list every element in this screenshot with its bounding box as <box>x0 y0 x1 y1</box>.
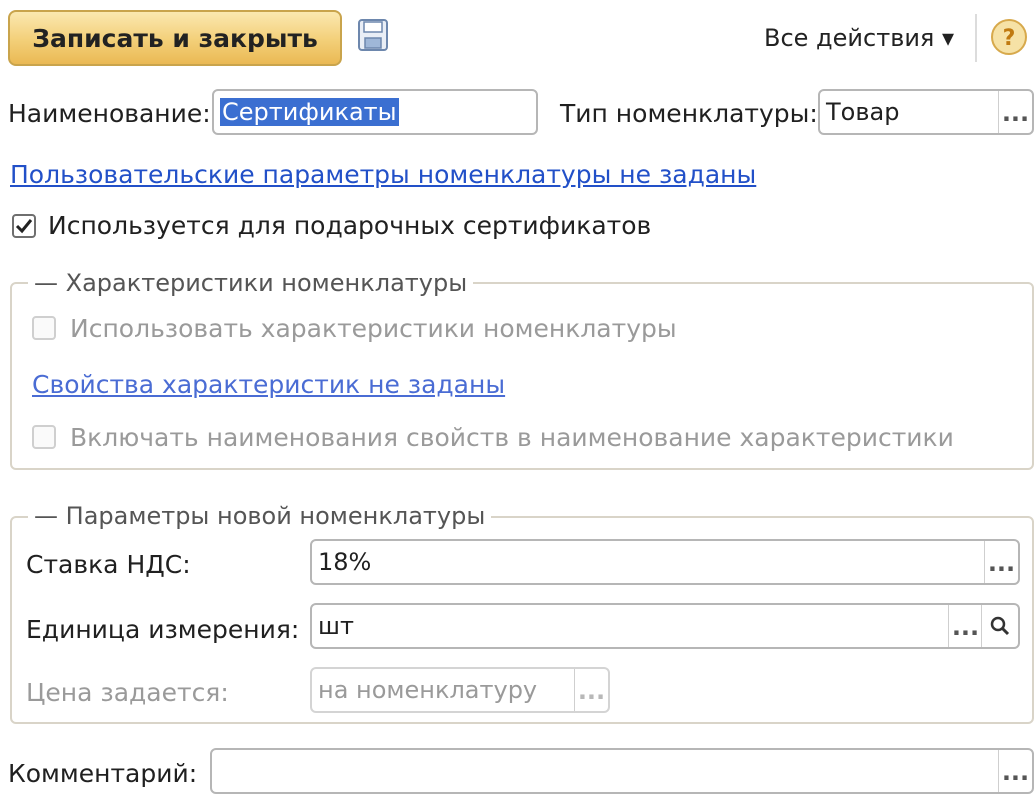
unit-label: Единица измерения: <box>26 615 300 644</box>
price-input[interactable]: на номенклатуру ... <box>310 667 610 713</box>
vat-input[interactable]: 18% ... <box>310 539 1020 585</box>
vat-choose-button[interactable]: ... <box>984 541 1018 583</box>
characteristics-props-link[interactable]: Свойства характеристик не заданы <box>32 370 505 399</box>
unit-search-button[interactable] <box>981 605 1018 647</box>
comment-choose-button[interactable]: ... <box>998 750 1032 792</box>
include-names-checkbox[interactable] <box>32 425 56 449</box>
gift-cert-label[interactable]: Используется для подарочных сертификатов <box>48 213 651 238</box>
type-choose-button[interactable]: ... <box>998 91 1032 133</box>
help-icon[interactable]: ? <box>990 18 1028 56</box>
price-input-value: на номенклатуру <box>318 676 538 704</box>
type-label: Тип номенклатуры: <box>560 99 818 128</box>
toolbar-separator <box>975 14 977 62</box>
user-params-link[interactable]: Пользовательские параметры номенклатуры … <box>10 160 756 189</box>
all-actions-menu[interactable]: Все действия ▾ <box>764 24 954 52</box>
unit-choose-button[interactable]: ... <box>948 605 982 647</box>
name-input-value: Сертификаты <box>220 98 399 126</box>
save-icon[interactable] <box>358 19 388 51</box>
unit-input-value: шт <box>318 612 354 640</box>
comment-input[interactable]: ... <box>210 748 1034 794</box>
vat-input-value: 18% <box>318 548 372 576</box>
svg-text:?: ? <box>1003 26 1016 51</box>
check-icon <box>15 219 33 234</box>
type-input[interactable]: Товар ... <box>818 89 1034 135</box>
include-names-label: Включать наименования свойств в наименов… <box>70 423 954 452</box>
characteristics-group-title: — Характеристики номенклатуры <box>28 269 474 297</box>
gift-cert-checkbox[interactable] <box>12 214 36 238</box>
name-label: Наименование: <box>8 99 211 128</box>
price-label: Цена задается: <box>26 678 229 707</box>
use-characteristics-checkbox[interactable] <box>32 316 56 340</box>
name-input[interactable]: Сертификаты <box>212 89 538 135</box>
save-and-close-button[interactable]: Записать и закрыть <box>8 10 342 66</box>
comment-label: Комментарий: <box>8 759 198 788</box>
type-input-value: Товар <box>826 98 900 126</box>
price-choose-button[interactable]: ... <box>574 669 608 711</box>
unit-input[interactable]: шт ... <box>310 603 1020 649</box>
vat-label: Ставка НДС: <box>26 550 191 579</box>
use-characteristics-label: Использовать характеристики номенклатуры <box>70 314 677 343</box>
new-params-group-title: — Параметры новой номенклатуры <box>28 502 492 530</box>
search-icon <box>990 616 1010 636</box>
